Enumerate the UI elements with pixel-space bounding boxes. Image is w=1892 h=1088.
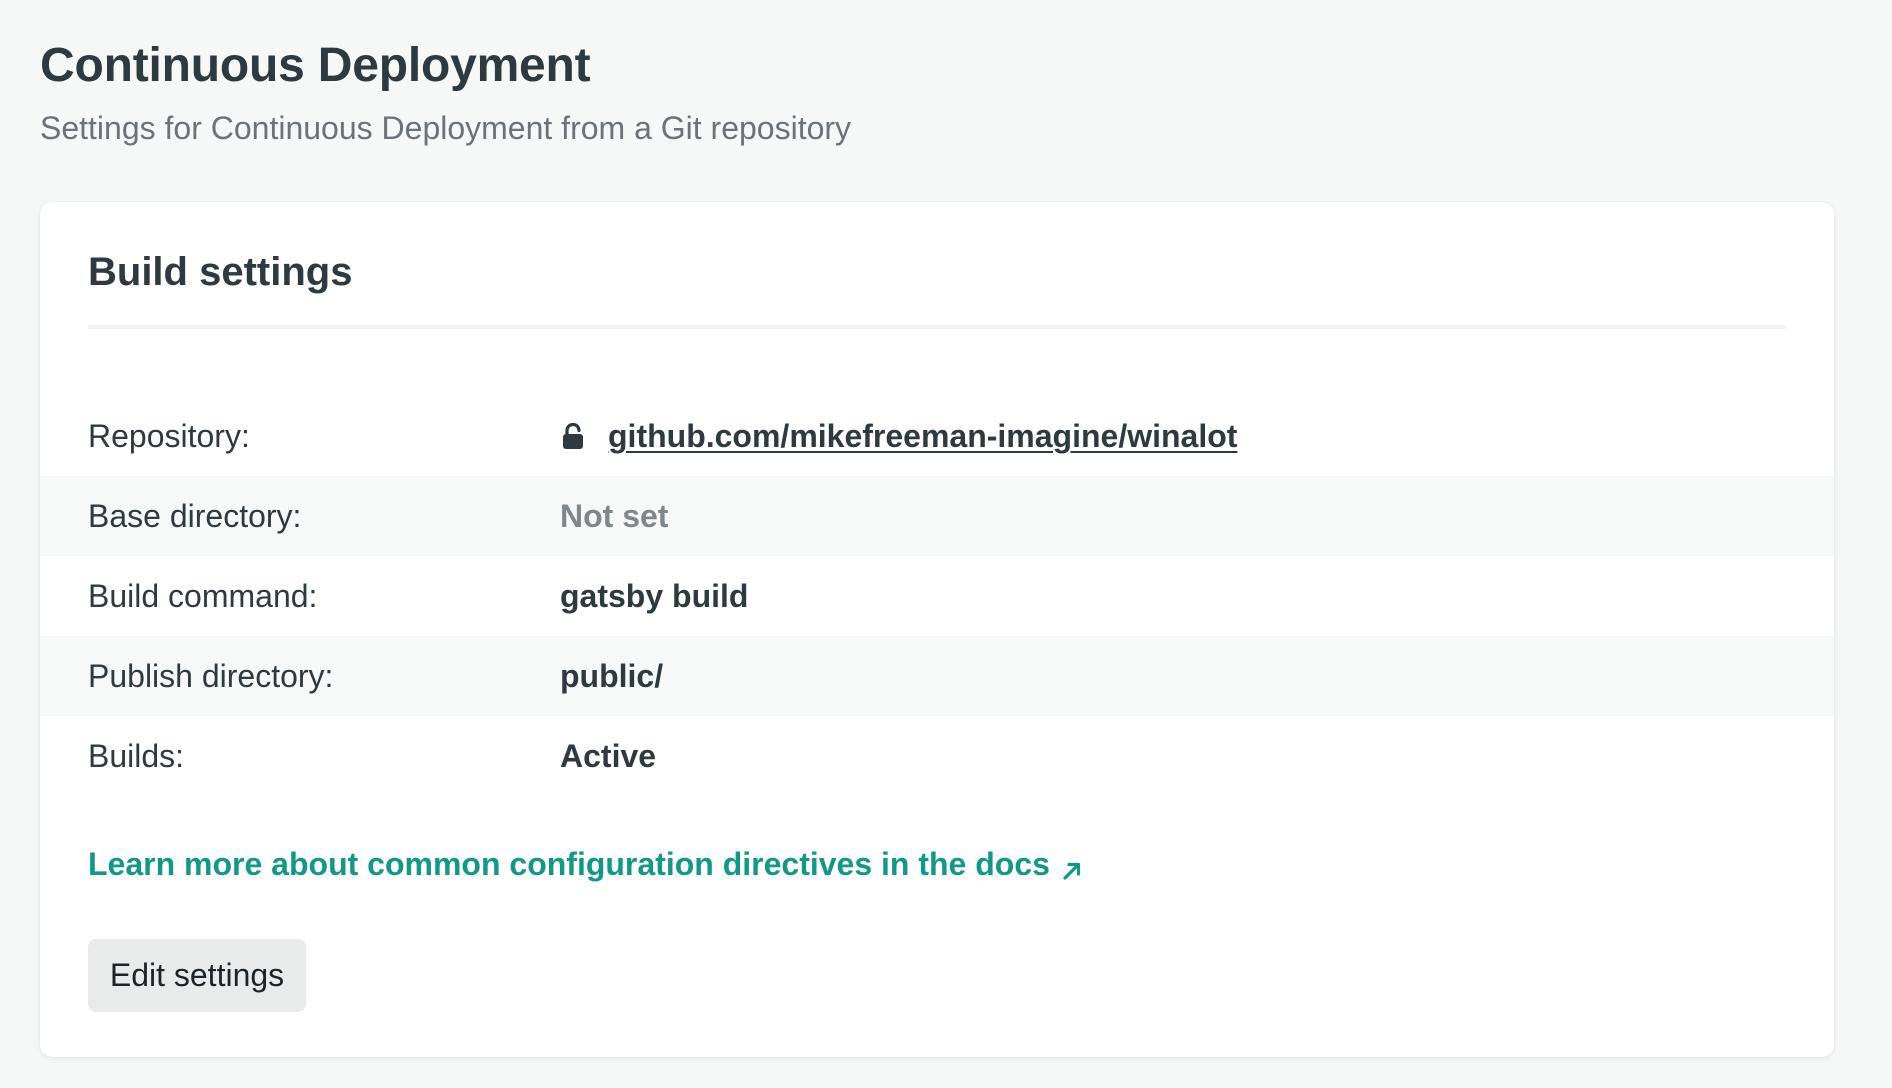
settings-row-builds: Builds: Active: [40, 716, 1834, 796]
card-title: Build settings: [88, 250, 353, 294]
page-title: Continuous Deployment: [40, 39, 591, 92]
base-directory-label: Base directory:: [88, 497, 302, 534]
settings-row-build-command: Build command: gatsby build: [40, 556, 1834, 636]
publish-directory-label: Publish directory:: [88, 657, 334, 694]
build-command-label: Build command:: [88, 577, 318, 614]
external-arrow-icon: [1060, 854, 1084, 880]
settings-row-base-directory: Base directory: Not set: [40, 476, 1834, 556]
settings-list: Repository: github.com/mikefreeman-imagi…: [40, 396, 1834, 796]
build-settings-card: Build settings Repository: github.com/mi…: [40, 202, 1834, 1057]
publish-directory-value: public/: [560, 657, 664, 694]
settings-row-repository: Repository: github.com/mikefreeman-imagi…: [40, 396, 1834, 476]
repository-label: Repository:: [88, 417, 250, 454]
base-directory-value: Not set: [560, 497, 669, 534]
lock-icon: [560, 421, 586, 449]
card-divider: [88, 325, 1786, 329]
docs-link[interactable]: Learn more about common configuration di…: [88, 846, 1084, 883]
repository-value: github.com/mikefreeman-imagine/winalot: [560, 418, 1237, 455]
page-subtitle: Settings for Continuous Deployment from …: [40, 110, 852, 146]
build-command-value: gatsby build: [560, 577, 749, 614]
builds-status-value: Active: [560, 737, 657, 774]
edit-settings-button[interactable]: Edit settings: [88, 939, 306, 1012]
builds-label: Builds:: [88, 737, 185, 774]
repository-link[interactable]: github.com/mikefreeman-imagine/winalot: [608, 418, 1237, 455]
docs-link-label: Learn more about common configuration di…: [88, 846, 1050, 882]
settings-row-publish-directory: Publish directory: public/: [40, 636, 1834, 716]
